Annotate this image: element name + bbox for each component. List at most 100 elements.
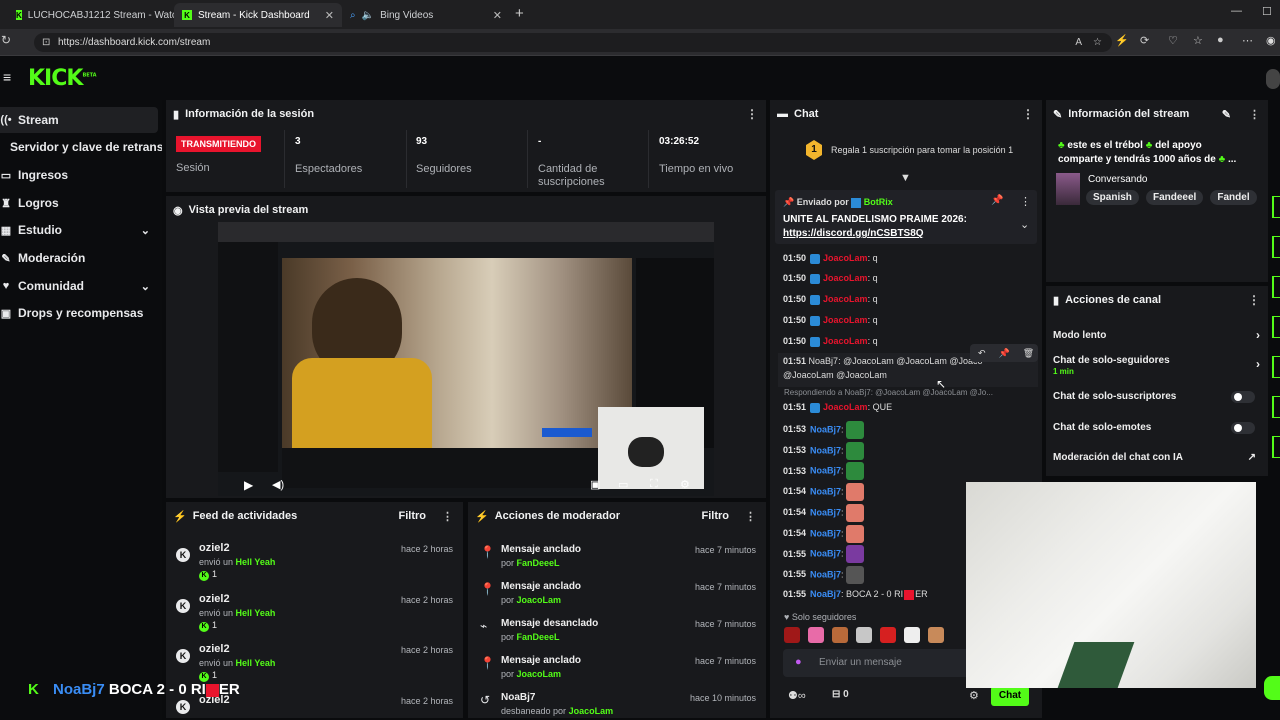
sidebar: ((• Stream Servidor y clave de retransmi… bbox=[0, 100, 162, 720]
chat-message: 01:53 NoaBj7: bbox=[783, 462, 865, 481]
filter-button[interactable]: Filtro bbox=[702, 510, 730, 522]
overlay-banner bbox=[542, 428, 592, 437]
close-tab-icon[interactable]: ✕ bbox=[325, 9, 334, 22]
maximize-icon[interactable]: ☐ bbox=[1262, 5, 1272, 18]
username[interactable]: oziel2 bbox=[199, 643, 230, 655]
collections-icon[interactable]: ☆ bbox=[1193, 34, 1203, 47]
side-widget bbox=[1272, 196, 1280, 218]
emote-icon[interactable] bbox=[784, 627, 800, 643]
slow-mode-row[interactable]: Modo lento › bbox=[1053, 328, 1260, 342]
emote-icon[interactable] bbox=[856, 627, 872, 643]
kebab-menu-icon[interactable]: ⋮ bbox=[1022, 107, 1034, 121]
extension-icon[interactable]: ⟳ bbox=[1140, 34, 1149, 47]
followers-only-notice: ♥ Solo seguidores bbox=[784, 612, 857, 622]
close-tab-icon[interactable]: ✕ bbox=[493, 9, 502, 22]
url-field[interactable]: ⊡ https://dashboard.kick.com/stream A ☆ bbox=[34, 33, 1112, 52]
more-menu-icon[interactable]: ⋯ bbox=[1242, 34, 1253, 47]
avatar[interactable] bbox=[1266, 69, 1280, 89]
username[interactable]: oziel2 bbox=[199, 542, 230, 554]
reload-icon[interactable]: ↻ bbox=[1, 33, 11, 47]
activity-text: envió un Hell Yeah bbox=[199, 608, 276, 618]
volume-icon[interactable]: ◀) bbox=[272, 478, 284, 491]
nested-player-bar bbox=[282, 448, 632, 488]
extension-icon[interactable]: ♡ bbox=[1168, 34, 1178, 47]
username[interactable]: oziel2 bbox=[199, 593, 230, 605]
new-tab-icon[interactable]: + bbox=[515, 6, 524, 21]
sub-prompt[interactable]: Regala 1 suscripción para tomar la posic… bbox=[831, 145, 1013, 155]
sidebar-item-comunidad[interactable]: ♥ Comunidad ⌄ bbox=[0, 273, 158, 299]
emotes-only-row[interactable]: Chat de solo-emotes bbox=[1053, 422, 1260, 434]
hamburger-menu-icon[interactable]: ≡ bbox=[3, 69, 11, 85]
microphone-icon[interactable]: ● bbox=[795, 656, 802, 668]
toggle-switch bbox=[1231, 422, 1255, 434]
timestamp: hace 7 minutos bbox=[694, 656, 756, 666]
play-icon[interactable]: ▶ bbox=[244, 478, 253, 492]
timestamp: hace 7 minutos bbox=[694, 582, 756, 592]
panel-title: Información del stream bbox=[1068, 108, 1190, 120]
emote-icon[interactable] bbox=[880, 627, 896, 643]
sidebar-item-server-key[interactable]: Servidor y clave de retransmisión bbox=[10, 134, 162, 160]
chat-message: 01:54 NoaBj7: bbox=[783, 483, 865, 502]
profile-icon[interactable]: ● bbox=[1217, 34, 1224, 46]
pip-icon[interactable]: ▣ bbox=[590, 478, 600, 491]
kebab-menu-icon[interactable]: ⋮ bbox=[746, 107, 758, 121]
favorite-star-icon[interactable]: ☆ bbox=[1093, 33, 1102, 52]
subs-only-row[interactable]: Chat de solo-suscriptores bbox=[1053, 391, 1260, 403]
pin-icon[interactable]: 📌 bbox=[991, 195, 1003, 206]
sidebar-item-moderacion[interactable]: ✎ Moderación bbox=[0, 245, 158, 271]
ai-moderation-row[interactable]: Moderación del chat con IA ↗ bbox=[1053, 452, 1260, 463]
emote-icon[interactable] bbox=[904, 627, 920, 643]
extension-icon[interactable]: ⚡ bbox=[1115, 34, 1129, 47]
reply-icon[interactable]: ↶ bbox=[978, 348, 986, 359]
stat-value: 3 bbox=[295, 136, 301, 147]
users-icon[interactable]: ⚉∞ bbox=[788, 689, 806, 702]
pin-icon[interactable]: 📌 bbox=[999, 348, 1010, 359]
theater-icon[interactable]: ▭ bbox=[618, 478, 628, 491]
category-thumbnail[interactable] bbox=[1056, 173, 1080, 205]
sidebar-item-drops[interactable]: ▣ Drops y recompensas bbox=[0, 300, 158, 326]
collapse-icon[interactable]: ▼ bbox=[900, 172, 911, 184]
gear-icon[interactable]: ⚙ bbox=[969, 689, 979, 702]
viewers-stat: 3 Espectadores bbox=[295, 136, 362, 176]
trash-icon[interactable]: 🗑 bbox=[1023, 348, 1034, 359]
browser-tab-active[interactable]: K Stream - Kick Dashboard ✕ bbox=[174, 3, 342, 27]
tag[interactable]: Fandeeel bbox=[1145, 190, 1204, 205]
pinned-link[interactable]: https://discord.gg/nCSBTS8Q bbox=[783, 228, 924, 239]
emote-icon[interactable] bbox=[808, 627, 824, 643]
copilot-icon[interactable]: ◉ bbox=[1266, 34, 1276, 47]
site-info-icon[interactable]: ⊡ bbox=[42, 33, 50, 52]
kebab-menu-icon[interactable]: ⋮ bbox=[1249, 108, 1260, 121]
sidebar-item-ingresos[interactable]: ▭ Ingresos bbox=[0, 162, 158, 188]
minimize-icon[interactable]: — bbox=[1231, 5, 1242, 17]
sidebar-item-logros[interactable]: ♜ Logros bbox=[0, 190, 158, 216]
edit-pencil-icon[interactable]: ✎ bbox=[1222, 108, 1231, 121]
send-chat-button[interactable]: Chat bbox=[991, 686, 1029, 706]
tag[interactable]: Fandel bbox=[1210, 190, 1257, 205]
sidebar-item-estudio[interactable]: ▦ Estudio ⌄ bbox=[0, 217, 158, 243]
stream-preview-video[interactable]: ▶ ◀) ▣ ▭ ⛶ ⚙ bbox=[218, 222, 714, 496]
fullscreen-icon[interactable]: ⛶ bbox=[650, 478, 658, 491]
kebab-menu-icon[interactable]: ⋮ bbox=[745, 510, 756, 523]
chat-message: 01:54 NoaBj7: bbox=[783, 524, 865, 543]
followers-only-row[interactable]: Chat de solo-seguidores 1 min › bbox=[1053, 355, 1260, 376]
filter-button[interactable]: Filtro bbox=[399, 510, 427, 522]
browser-tab[interactable]: ⌕ 🔈 Bing Videos ✕ bbox=[342, 3, 510, 27]
read-aloud-icon[interactable]: A bbox=[1075, 33, 1082, 52]
emote-icon[interactable] bbox=[832, 627, 848, 643]
sidebar-item-stream[interactable]: ((• Stream bbox=[0, 107, 158, 133]
chevron-down-icon[interactable]: ⌄ bbox=[1020, 218, 1029, 231]
tag[interactable]: Spanish bbox=[1086, 190, 1139, 205]
kebab-menu-icon[interactable]: ⋮ bbox=[442, 510, 453, 523]
category-name[interactable]: Conversando bbox=[1088, 174, 1147, 185]
emote-icon[interactable] bbox=[928, 627, 944, 643]
browser-tab[interactable]: K LUCHOCABJ1212 Stream - Watch ✕ bbox=[8, 3, 174, 27]
speaker-icon: 🔈 bbox=[361, 9, 375, 21]
gear-icon[interactable]: ⚙ bbox=[680, 478, 690, 491]
chat-message: 01:50 JoacoLam: q bbox=[783, 315, 878, 326]
webcam-overlay bbox=[966, 482, 1256, 688]
action-by: por JoacoLam bbox=[501, 669, 562, 679]
kebab-menu-icon[interactable]: ⋮ bbox=[1020, 195, 1031, 208]
panel-title: Acciones de canal bbox=[1065, 294, 1162, 306]
kick-logo[interactable]: KICKBETA bbox=[28, 66, 97, 91]
kebab-menu-icon[interactable]: ⋮ bbox=[1248, 293, 1260, 307]
